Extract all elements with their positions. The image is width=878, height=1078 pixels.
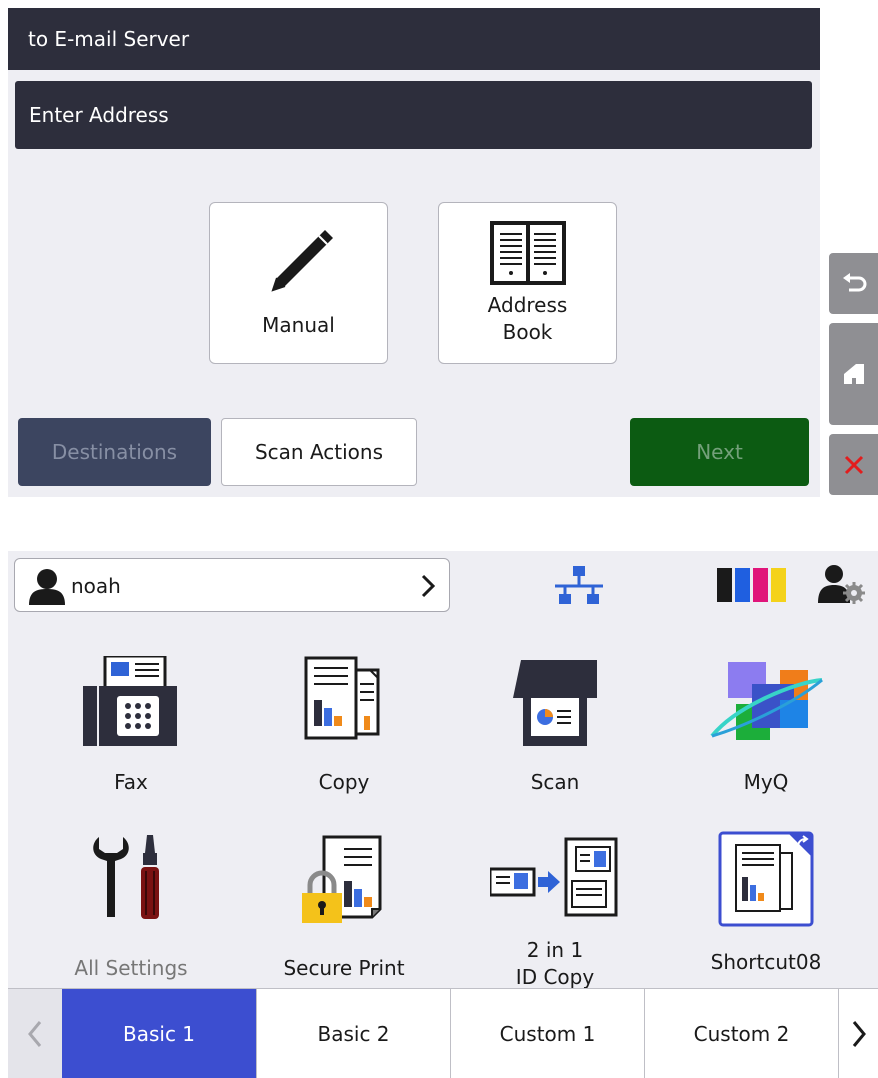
scan-label: Scan	[530, 770, 580, 794]
secure-print-label: Secure Print	[283, 956, 405, 980]
scan-icon	[513, 660, 597, 746]
user-button[interactable]: noah	[14, 558, 450, 612]
shortcut-icon	[718, 831, 814, 927]
secure-print-icon	[302, 835, 382, 923]
settings-tools-icon	[93, 835, 159, 919]
tab-basic-2[interactable]: Basic 2	[256, 989, 450, 1078]
tab-custom-2[interactable]: Custom 2	[644, 989, 838, 1078]
user-name: noah	[71, 574, 121, 598]
back-button[interactable]	[829, 253, 878, 314]
all-settings-tile[interactable]: All Settings	[31, 831, 231, 991]
myq-icon	[710, 662, 823, 740]
toner-icon[interactable]	[717, 568, 787, 602]
user-icon	[29, 569, 65, 605]
secure-print-tile[interactable]: Secure Print	[244, 831, 444, 991]
id-copy-label: 2 in 1 ID Copy	[515, 938, 595, 989]
shortcut08-label: Shortcut08	[710, 950, 822, 974]
tab-basic-1[interactable]: Basic 1	[62, 989, 256, 1078]
id-copy-icon	[490, 837, 618, 917]
chevron-right-icon	[421, 574, 436, 598]
fax-tile[interactable]: Fax	[31, 651, 231, 811]
home-icon	[843, 364, 864, 384]
scan-email-panel: to E-mail Server Enter Address Manual Ad…	[8, 8, 820, 497]
manual-button[interactable]: Manual	[209, 202, 388, 364]
scan-actions-button[interactable]: Scan Actions	[221, 418, 417, 486]
scan-tile[interactable]: Scan	[455, 651, 655, 811]
pencil-icon	[270, 229, 333, 292]
tab-bar: Basic 1 Basic 2 Custom 1 Custom 2	[8, 988, 878, 1078]
address-book-icon	[489, 221, 566, 285]
address-book-button[interactable]: Address Book	[438, 202, 617, 364]
shortcut08-tile[interactable]: Shortcut08	[666, 831, 866, 991]
tab-prev-button[interactable]	[8, 989, 62, 1078]
tab-custom-1[interactable]: Custom 1	[450, 989, 644, 1078]
next-button[interactable]: Next	[630, 418, 809, 486]
chevron-left-icon	[28, 1020, 42, 1047]
myq-tile[interactable]: MyQ	[666, 651, 866, 811]
cancel-button[interactable]	[829, 434, 878, 495]
copy-tile[interactable]: Copy	[244, 651, 444, 811]
fax-icon	[83, 656, 177, 746]
close-icon	[844, 455, 863, 474]
home-button[interactable]	[829, 323, 878, 425]
all-settings-label: All Settings	[74, 956, 188, 980]
copy-icon	[304, 656, 380, 740]
enter-address-header: Enter Address	[15, 81, 812, 149]
myq-label: MyQ	[743, 770, 789, 794]
copy-label: Copy	[318, 770, 370, 794]
back-icon	[842, 272, 866, 291]
fax-label: Fax	[114, 770, 148, 794]
address-book-label: Address Book	[487, 293, 568, 344]
admin-settings-icon[interactable]	[818, 563, 866, 607]
screen-title: to E-mail Server	[8, 8, 820, 70]
network-icon[interactable]	[551, 566, 607, 606]
manual-label: Manual	[262, 312, 335, 337]
id-copy-tile[interactable]: 2 in 1 ID Copy	[455, 831, 655, 991]
tab-next-button[interactable]	[838, 989, 878, 1078]
home-screen-panel: noah Fax Copy Scan MyQ All Settings Secu…	[8, 551, 878, 1078]
chevron-right-icon	[852, 1020, 866, 1047]
destinations-button[interactable]: Destinations	[18, 418, 211, 486]
